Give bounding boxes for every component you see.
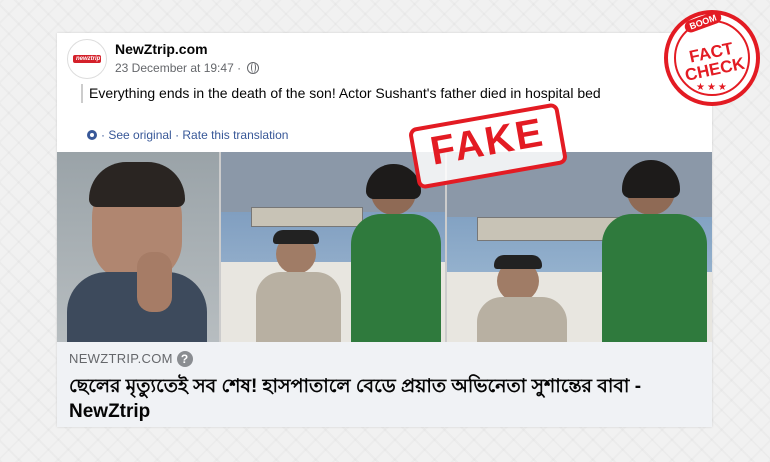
hair-shape <box>89 162 185 207</box>
hospital-photo-panel-2 <box>447 152 712 342</box>
see-original-link[interactable]: · See original <box>101 128 172 142</box>
link-preview[interactable]: NEWZTRIP.COM? ছেলের মৃত্যুতেই সব শেষ! হা… <box>57 342 712 427</box>
visitor-shirt <box>351 214 441 342</box>
link-title[interactable]: ছেলের মৃত্যুতেই সব শেষ! হাসপাতালে বেডে প… <box>69 374 689 424</box>
link-domain: NEWZTRIP.COM? <box>69 351 193 367</box>
badge-stars: ★★★ <box>696 82 729 93</box>
bed-rail <box>477 217 619 241</box>
page-avatar[interactable]: newztrip <box>67 39 107 79</box>
fact-check-badge: BOOM FACT CHECK ★★★ <box>664 9 760 106</box>
post-image[interactable] <box>57 152 712 342</box>
hospital-photo-panel <box>221 152 445 342</box>
patient-body <box>477 297 567 342</box>
facebook-post: newztrip NewZtrip.com 23 December at 19:… <box>57 33 712 427</box>
patient-cap <box>494 255 542 269</box>
page-name-link[interactable]: NewZtrip.com <box>115 41 208 57</box>
actor-portrait-panel <box>57 152 219 342</box>
post-text: Everything ends in the death of the son!… <box>81 84 649 103</box>
avatar-logo-text: newztrip <box>76 56 101 62</box>
rate-translation-link[interactable]: · Rate this translation <box>175 128 288 142</box>
hand-shape <box>137 252 172 312</box>
bed-rail <box>251 207 363 227</box>
post-timestamp[interactable]: 23 December at 19:47 · <box>115 61 260 75</box>
translation-bar: · See original · Rate this translation <box>87 128 288 142</box>
visitor-shirt <box>602 214 707 342</box>
post-header: newztrip NewZtrip.com 23 December at 19:… <box>67 39 702 81</box>
timestamp-text: 23 December at 19:47 · <box>115 61 242 75</box>
help-icon[interactable]: ? <box>176 351 193 367</box>
globe-icon <box>247 62 260 74</box>
patient-cap <box>273 230 319 244</box>
patient-body <box>256 272 341 342</box>
avatar-logo: newztrip <box>73 55 101 63</box>
link-domain-text: NEWZTRIP.COM <box>69 351 173 366</box>
gear-icon <box>87 130 97 140</box>
